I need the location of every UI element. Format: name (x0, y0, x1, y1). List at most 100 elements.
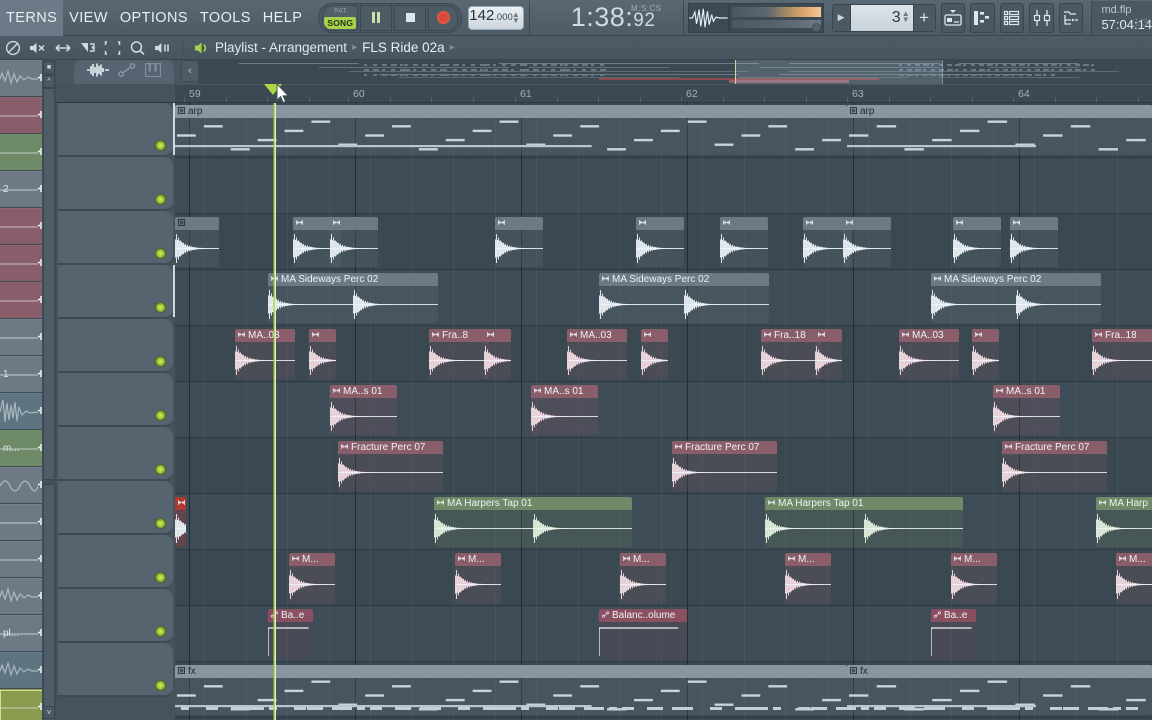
clip-body[interactable] (484, 342, 511, 379)
pattern-selector[interactable]: ▶ 3 ▲ ▼ + (831, 3, 936, 32)
clip-body[interactable] (338, 454, 443, 491)
step-sequencer-button[interactable] (999, 2, 1025, 33)
clip-body[interactable] (765, 510, 963, 547)
clip-body[interactable] (429, 342, 489, 379)
track-header[interactable] (58, 643, 173, 697)
clip-body[interactable] (330, 398, 397, 435)
clip-header[interactable]: M... (951, 553, 997, 566)
clip-header[interactable]: MA Sideways Perc 02 (599, 273, 769, 286)
playback-icon[interactable] (150, 37, 175, 59)
scrollbar-thumb[interactable] (43, 484, 55, 720)
track-enable-led[interactable] (155, 518, 166, 529)
stop-button[interactable] (394, 4, 427, 31)
clip-header[interactable] (1010, 217, 1058, 230)
mixer-button[interactable] (1029, 2, 1054, 33)
track-enable-led[interactable] (155, 410, 166, 421)
clip-header[interactable]: Fracture Perc 07 (338, 441, 443, 454)
playlist-clip[interactable]: Fra..8 (429, 329, 489, 379)
clip-header[interactable] (843, 217, 891, 230)
song-overview[interactable] (199, 60, 1152, 84)
track-header[interactable] (58, 373, 173, 427)
pattern-number-field[interactable]: 3 ▲ ▼ (850, 4, 913, 31)
clip-body[interactable] (455, 566, 501, 603)
clip-header[interactable]: MA Sideways Perc 02 (268, 273, 438, 286)
menu-item-view[interactable]: VIEW (63, 0, 114, 36)
snap-panel-button[interactable] (940, 2, 966, 33)
clip-header[interactable]: MA..s 01 (993, 385, 1060, 398)
clip-body[interactable] (899, 342, 959, 379)
speaker-icon[interactable] (190, 37, 215, 59)
track-enable-led[interactable] (155, 626, 166, 637)
clip-header[interactable] (309, 329, 336, 342)
playlist-clip[interactable]: MA Sideways Perc 02 (931, 273, 1101, 323)
clip-header[interactable]: Fracture Perc 07 (672, 441, 777, 454)
clip-header[interactable] (815, 329, 842, 342)
clip-body[interactable] (815, 342, 842, 379)
clip-body[interactable] (1002, 454, 1107, 491)
breadcrumb-clip[interactable]: FLS Ride 02a (362, 40, 445, 55)
clip-header[interactable]: MA Sideways Perc 02 (931, 273, 1101, 286)
piano-icon[interactable] (144, 62, 162, 82)
spinner-icon[interactable]: ▲ ▼ (902, 9, 910, 23)
clip-header[interactable]: MA..s 01 (531, 385, 598, 398)
playlist-clip[interactable]: arp (847, 105, 1152, 155)
time-display[interactable]: 1:38:92 M:S:CS (549, 1, 678, 35)
menu-item-terns[interactable]: TERNS (0, 0, 64, 36)
track-header[interactable] (58, 427, 173, 481)
track-header[interactable] (58, 589, 173, 643)
mute-icon[interactable] (25, 37, 50, 59)
playlist-clip[interactable] (1010, 217, 1058, 267)
clip-body[interactable] (785, 566, 831, 603)
playlist-clip[interactable]: Balanc..olume (599, 609, 687, 659)
track-enable-led[interactable] (155, 680, 166, 691)
timeline-ruler[interactable]: 59 60 61 62 63 64 (175, 84, 1152, 103)
playlist-clip[interactable]: MA..03 (567, 329, 627, 379)
playlist-clip[interactable] (815, 329, 842, 379)
playlist-clip[interactable]: MA..s 01 (993, 385, 1060, 435)
clip-body[interactable] (330, 230, 378, 267)
clip-body[interactable] (599, 286, 769, 323)
pattern-play-icon[interactable]: ▶ (832, 4, 851, 31)
clip-header[interactable]: Fra..18 (1092, 329, 1152, 342)
track-header[interactable] (58, 481, 173, 535)
track-enable-led[interactable] (155, 572, 166, 583)
clip-body[interactable] (599, 622, 687, 659)
playlist-clip[interactable] (636, 217, 684, 267)
clip-body[interactable] (495, 230, 543, 267)
clip-body[interactable] (1092, 342, 1152, 379)
clip-header[interactable] (175, 217, 219, 230)
playlist-clip[interactable]: MA Sideways Perc 02 (599, 273, 769, 323)
playlist-clip[interactable]: MA Harpers Tap 01 (765, 497, 963, 547)
clip-header[interactable]: MA Harpers Tap 01 (765, 497, 963, 510)
clip-body[interactable] (761, 342, 821, 379)
pattern-song-toggle[interactable]: PAT SONG (322, 4, 359, 31)
clip-header[interactable]: MA Harp (1096, 497, 1152, 510)
clip-header[interactable] (636, 217, 684, 230)
pause-button[interactable] (360, 4, 393, 31)
slice-icon[interactable] (75, 37, 100, 59)
clip-header[interactable] (720, 217, 768, 230)
waveform-icon[interactable] (87, 63, 109, 82)
playlist-clip[interactable] (484, 329, 511, 379)
clip-header[interactable]: MA..s 01 (330, 385, 397, 398)
clip-header[interactable]: M... (1116, 553, 1152, 566)
clip-body[interactable] (235, 342, 295, 379)
breadcrumb-playlist[interactable]: Playlist - Arrangement (215, 40, 347, 55)
clip-header[interactable]: arp (847, 105, 1152, 118)
clip-body[interactable] (289, 566, 335, 603)
track-enable-led[interactable] (155, 248, 166, 259)
volume-knob[interactable] (811, 22, 821, 32)
tempo-field[interactable]: 142.000 ▲ ▼ (468, 5, 524, 30)
track-enable-led[interactable] (155, 464, 166, 475)
playlist-clip[interactable]: Fracture Perc 07 (338, 441, 443, 491)
add-pattern-button[interactable]: + (912, 4, 935, 31)
track-header[interactable] (58, 211, 173, 265)
clip-body[interactable] (931, 286, 1101, 323)
collapse-overview-button[interactable]: ‹ (181, 60, 199, 82)
playlist-clip[interactable]: MA..s 01 (330, 385, 397, 435)
track-lane[interactable] (175, 159, 1152, 214)
select-icon[interactable] (100, 37, 125, 59)
clip-header[interactable]: MA..03 (899, 329, 959, 342)
browser-button[interactable] (1058, 2, 1084, 33)
playlist-clip[interactable]: Fra..18 (761, 329, 821, 379)
